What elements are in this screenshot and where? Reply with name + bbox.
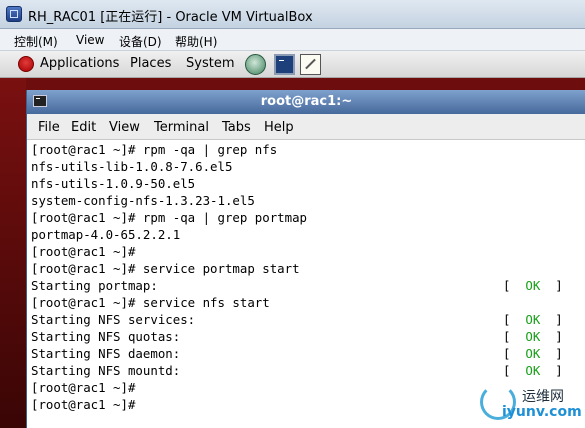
terminal-line: Starting NFS daemon:: [31, 346, 181, 361]
status-bracket: ]: [555, 278, 563, 293]
terminal-line: Starting NFS mountd:: [31, 363, 181, 378]
status-bracket: ]: [555, 363, 563, 378]
status-portmap: [ OK ]: [503, 277, 563, 294]
window-title: RH_RAC01 [正在运行] - Oracle VM VirtualBox: [28, 10, 313, 25]
menu-help[interactable]: 帮助(H): [175, 33, 217, 50]
terminal-menu-terminal[interactable]: Terminal: [154, 120, 209, 135]
terminal-menu-tabs[interactable]: Tabs: [222, 120, 251, 135]
vbox-menubar: 控制(M) View 设备(D) 帮助(H): [0, 29, 585, 51]
status-bracket: [: [503, 329, 511, 344]
terminal-line: [root@rac1 ~]# rpm -qa | grep portmap: [31, 210, 308, 225]
watermark-name: 运维网: [522, 389, 564, 405]
terminal-line: Starting portmap:: [31, 278, 158, 293]
status-bracket: ]: [555, 346, 563, 361]
status-nfs-services: [ OK ]: [503, 311, 563, 328]
terminal-line: [root@rac1 ~]#: [31, 397, 136, 412]
virtualbox-app-icon: [6, 6, 22, 22]
status-bracket: ]: [555, 312, 563, 327]
status-bracket: [: [503, 346, 511, 361]
status-nfs-daemon: [ OK ]: [503, 345, 563, 362]
terminal-title: root@rac1:~: [260, 94, 353, 109]
status-ok: OK: [525, 312, 541, 327]
terminal-window: root@rac1:~ File Edit View Terminal Tabs…: [26, 90, 585, 428]
terminal-line: [root@rac1 ~]# service portmap start: [31, 261, 300, 276]
terminal-line: [root@rac1 ~]#: [31, 244, 136, 259]
terminal-menubar: File Edit View Terminal Tabs Help: [27, 114, 585, 140]
terminal-line: nfs-utils-1.0.9-50.el5: [31, 176, 196, 191]
status-ok: OK: [525, 363, 541, 378]
terminal-launcher-icon[interactable]: [274, 54, 295, 75]
desktop-background: [0, 78, 26, 428]
vbox-titlebar: RH_RAC01 [正在运行] - Oracle VM VirtualBox: [0, 0, 585, 29]
status-bracket: ]: [555, 329, 563, 344]
terminal-line: Starting NFS quotas:: [31, 329, 181, 344]
menu-view[interactable]: View: [76, 33, 104, 47]
watermark: 运维网 iyunv.com: [478, 382, 582, 424]
terminal-line: [root@rac1 ~]#: [31, 380, 136, 395]
network-icon[interactable]: [245, 54, 266, 75]
status-bracket: [: [503, 312, 511, 327]
text-editor-icon[interactable]: [300, 54, 321, 75]
menu-devices[interactable]: 设备(D): [119, 33, 162, 50]
terminal-line: [root@rac1 ~]# service nfs start: [31, 295, 270, 310]
status-bracket: [: [503, 278, 511, 293]
status-ok: OK: [525, 346, 541, 361]
panel-system[interactable]: System: [186, 56, 234, 71]
terminal-line: [root@rac1 ~]# rpm -qa | grep nfs: [31, 142, 278, 157]
status-nfs-mountd: [ OK ]: [503, 362, 563, 379]
terminal-menu-help[interactable]: Help: [264, 120, 294, 135]
terminal-line: portmap-4.0-65.2.2.1: [31, 227, 181, 242]
terminal-line: Starting NFS services:: [31, 312, 196, 327]
terminal-line: system-config-nfs-1.3.23-1.el5: [31, 193, 255, 208]
status-bracket: [: [503, 363, 511, 378]
terminal-titlebar[interactable]: root@rac1:~: [27, 90, 585, 114]
status-ok: OK: [525, 329, 541, 344]
panel-applications[interactable]: Applications: [40, 56, 119, 71]
status-nfs-quotas: [ OK ]: [503, 328, 563, 345]
terminal-menu-edit[interactable]: Edit: [71, 120, 96, 135]
gnome-top-panel: Applications Places System: [0, 51, 585, 78]
redhat-logo-icon[interactable]: [18, 56, 34, 72]
terminal-menu-file[interactable]: File: [38, 120, 60, 135]
menu-control[interactable]: 控制(M): [14, 33, 58, 50]
panel-places[interactable]: Places: [130, 56, 171, 71]
status-ok: OK: [525, 278, 541, 293]
terminal-menu-view[interactable]: View: [109, 120, 140, 135]
watermark-url: iyunv.com: [502, 404, 582, 420]
terminal-line: nfs-utils-lib-1.0.8-7.6.el5: [31, 159, 233, 174]
